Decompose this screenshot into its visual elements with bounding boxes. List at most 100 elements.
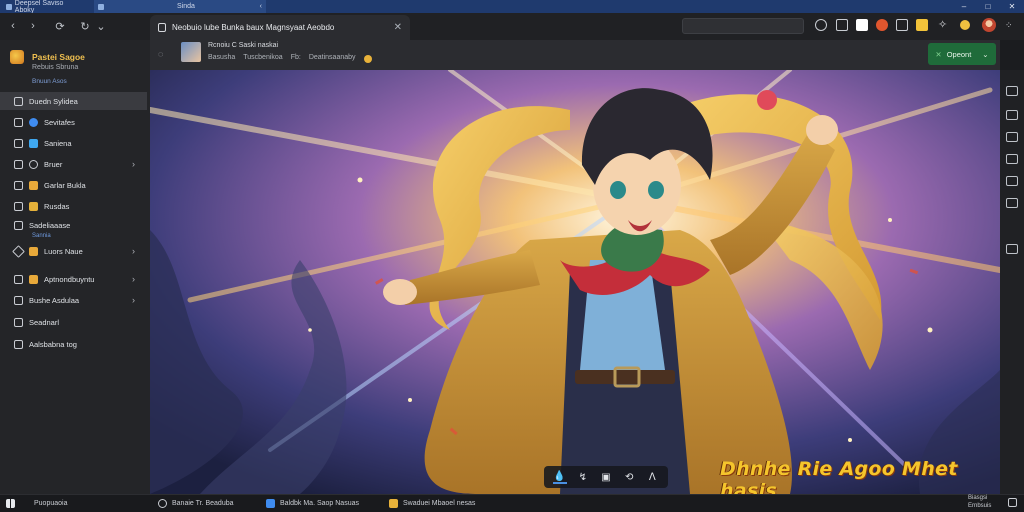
blue-dot-icon xyxy=(29,117,38,127)
sidebar-item-shortcuts[interactable]: Bushe Asdulaa › xyxy=(0,291,147,309)
window-icon xyxy=(14,159,23,169)
sidebar-item-appearance[interactable]: Aptnondbuyntu › xyxy=(0,270,147,288)
loading-icon: ◌ xyxy=(158,49,164,59)
active-tab[interactable]: Neobuio lube Bunka baux Magnsyaat Aeobdo… xyxy=(150,15,410,40)
brand-title: Pastei Sagoe xyxy=(32,52,85,62)
windows-icon xyxy=(6,499,15,508)
folder-icon xyxy=(14,117,23,127)
brand-logo-icon xyxy=(10,50,24,64)
sidebar-sublabel[interactable]: Sannia xyxy=(32,233,51,239)
reload-button[interactable]: ⟳ xyxy=(53,19,67,33)
sidebar-item-label: Sevitafes xyxy=(44,117,75,127)
reader-icon[interactable] xyxy=(896,19,908,31)
home-icon xyxy=(14,96,23,106)
sidebar-item-label: Sadeliaaase xyxy=(29,220,71,230)
tray-time: Biasgsi xyxy=(968,495,988,501)
title-tab-label: Deepsel Saviso Aboky xyxy=(14,0,64,14)
taskbar: Puopuaoia Banaie Tr. Beaduba Baldbk Ma. … xyxy=(0,494,1024,512)
title-tab-2[interactable]: Sinda ‹ xyxy=(94,0,266,13)
sidebar-item-tools[interactable]: Luors Naue › xyxy=(0,242,147,260)
brand-link[interactable]: Bnuun Asos xyxy=(32,78,67,85)
sidebar-item-label: Aalsbabna tog xyxy=(29,339,77,349)
x-icon: ✕ xyxy=(935,49,942,59)
layout-icon[interactable] xyxy=(1006,154,1018,164)
title-bar: Deepsel Saviso Aboky Sinda ‹ – □ ✕ xyxy=(0,0,1024,14)
water-drop-icon[interactable]: 💧 xyxy=(552,470,567,484)
image-icon[interactable]: ▣ xyxy=(599,470,613,484)
sidebar-item-label: Bruer xyxy=(44,159,63,169)
content-header: ◌ Rcnoiu C Saski naskai Basusha Tuscbeni… xyxy=(150,40,1000,70)
sidebar-item-gallery[interactable]: Garlar Bukla xyxy=(0,176,147,194)
chat-icon[interactable] xyxy=(1006,86,1018,96)
screen-icon[interactable] xyxy=(1006,198,1018,208)
start-button[interactable]: Puopuaoia xyxy=(6,495,67,512)
keyboard-icon xyxy=(14,295,23,305)
list-icon[interactable] xyxy=(1006,176,1018,186)
close-window-button[interactable]: ✕ xyxy=(1000,0,1024,13)
start-label: Puopuaoia xyxy=(34,500,68,507)
sidebar-item-label: Saniena xyxy=(44,138,72,148)
comment-icon[interactable] xyxy=(1006,110,1018,120)
bookmark-icon[interactable] xyxy=(836,19,848,31)
feedback-icon[interactable] xyxy=(1006,244,1018,254)
forward-button[interactable]: › xyxy=(26,19,40,33)
search-input[interactable] xyxy=(682,18,804,34)
extension-icon[interactable] xyxy=(856,19,868,31)
sidebar-item-services[interactable]: Sevitafes xyxy=(0,113,147,131)
panel-icon[interactable] xyxy=(1006,132,1018,142)
coin-icon xyxy=(363,55,372,63)
back-button[interactable]: ‹ xyxy=(6,19,20,33)
title-tab-label: Sinda xyxy=(177,3,195,10)
page-icon xyxy=(98,3,104,10)
shield-icon[interactable] xyxy=(876,19,888,31)
taskbar-item-1[interactable]: Banaie Tr. Beaduba xyxy=(158,495,234,512)
taskbar-item-3[interactable]: Swaduei Mbaoel nesas xyxy=(389,495,475,512)
history-icon[interactable]: ↻ xyxy=(78,19,92,33)
badge-icon xyxy=(29,246,38,256)
app-icon xyxy=(29,138,38,148)
close-tab-button[interactable]: ✕ xyxy=(394,22,402,33)
sidebar-item-label: Luors Naue xyxy=(44,246,83,256)
sidebar: Pastei Sagoe Rebuis Sbruna Bnuun Asos Du… xyxy=(0,40,150,494)
sidebar-item-settings[interactable]: Sadeliaaase xyxy=(0,216,147,234)
wave-icon[interactable]: ᐱ xyxy=(645,470,659,484)
meta-item: Deatinsaanaby xyxy=(308,54,356,61)
tab-close-icon[interactable]: ‹ xyxy=(260,3,262,10)
channel-name[interactable]: Rcnoiu C Saski naskai xyxy=(208,42,278,49)
menu-icon[interactable]: ⁘ xyxy=(1005,19,1017,31)
app-icon xyxy=(6,3,12,10)
taskbar-item-2[interactable]: Baldbk Ma. Saop Nasuas xyxy=(266,495,359,512)
notification-center-icon[interactable] xyxy=(1008,498,1017,507)
channel-avatar[interactable] xyxy=(181,42,201,62)
profile-avatar[interactable] xyxy=(982,18,996,32)
lightning-icon[interactable]: ↯ xyxy=(576,470,590,484)
chevron-right-icon: › xyxy=(132,159,135,169)
maximize-button[interactable]: □ xyxy=(976,0,1000,13)
open-button-label: Opeont xyxy=(946,49,972,59)
sidebar-item-browser[interactable]: Bruer › xyxy=(0,155,147,173)
sidebar-item-about[interactable]: Aalsbabna tog xyxy=(0,335,147,353)
sidebar-item-scenes[interactable]: Saniena xyxy=(0,134,147,152)
open-button[interactable]: ✕ Opeont ⌄ xyxy=(928,43,996,65)
refresh-icon[interactable]: ⟲ xyxy=(622,470,636,484)
sidebar-item-dashboard[interactable]: Duedn Sylidea xyxy=(0,92,147,110)
taskbar-item-label: Banaie Tr. Beaduba xyxy=(172,500,234,507)
minimize-button[interactable]: – xyxy=(952,0,976,13)
sidebar-item-label: Seadnarl xyxy=(29,317,60,327)
notification-icon[interactable] xyxy=(960,20,970,30)
taskbar-item-label: Baldbk Ma. Saop Nasuas xyxy=(280,500,359,507)
puzzle-icon[interactable]: ✧ xyxy=(938,19,950,31)
system-tray[interactable]: Biasgsi Ernbsuis xyxy=(960,495,1024,512)
document-icon xyxy=(14,138,23,148)
title-tab-1[interactable]: Deepsel Saviso Aboky xyxy=(2,0,86,14)
dropdown-chevron-icon[interactable]: ⌄ xyxy=(94,19,108,33)
chevron-down-icon[interactable]: ⌄ xyxy=(982,50,988,59)
chevron-right-icon: › xyxy=(132,274,135,284)
eye-icon[interactable] xyxy=(815,19,827,31)
sidebar-item-search[interactable]: Seadnarl xyxy=(0,313,147,331)
info-icon xyxy=(14,339,23,349)
star-icon xyxy=(29,201,38,211)
sidebar-item-rusdas[interactable]: Rusdas xyxy=(0,197,147,215)
taskbar-item-label: Swaduei Mbaoel nesas xyxy=(403,500,476,507)
wallet-icon[interactable] xyxy=(916,19,928,31)
